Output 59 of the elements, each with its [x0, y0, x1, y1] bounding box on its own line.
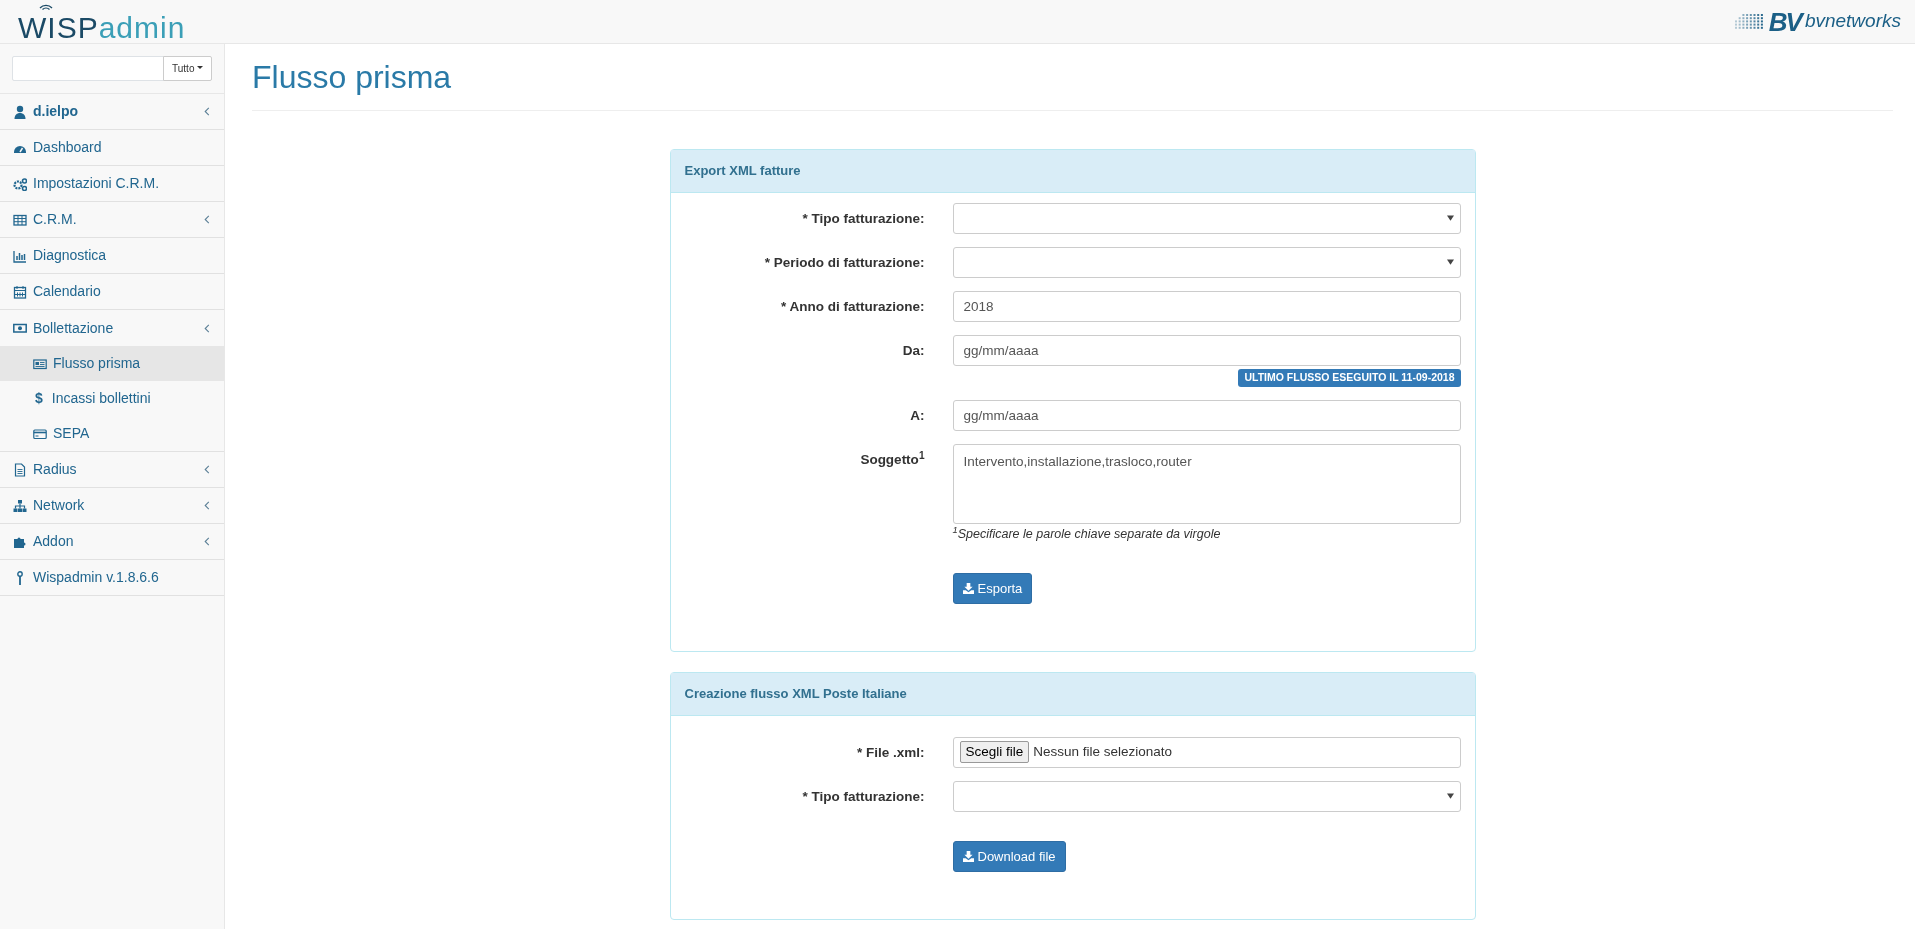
speed-lines-icon: [1734, 13, 1765, 30]
field-label: * Anno di fatturazione:: [780, 297, 925, 316]
user-icon: [13, 104, 27, 119]
select-field[interactable]: [952, 246, 1461, 278]
sidebar-item[interactable]: Network: [0, 488, 224, 524]
page-title: Flusso prisma: [252, 58, 1893, 112]
sidebar-item[interactable]: Addon: [0, 524, 224, 560]
caret-icon: [1446, 793, 1454, 800]
download-button[interactable]: Download file: [952, 840, 1066, 873]
brand-name: bvnetworks: [1804, 9, 1901, 34]
date-field[interactable]: gg/mm/aaaa: [952, 334, 1461, 366]
banknote-icon: [13, 321, 27, 335]
filter-dropdown[interactable]: Tutto: [163, 56, 212, 81]
status-badge: ULTIMO FLUSSO ESEGUITO IL 11-09-2018: [1238, 368, 1461, 387]
bar-chart-icon: [13, 248, 27, 263]
field-label: Soggetto$^{1}$: [859, 448, 925, 469]
sidebar-subitem[interactable]: Flusso prisma: [0, 346, 224, 381]
field-label: * Periodo di fatturazione:: [763, 253, 925, 272]
panel-title: Creazione flusso XML Poste Italiane: [670, 673, 1475, 716]
export-button[interactable]: Esporta: [952, 572, 1033, 605]
table-icon: [13, 212, 27, 227]
document-icon: [13, 462, 27, 477]
download-icon: [962, 582, 974, 594]
date-field[interactable]: gg/mm/aaaa: [952, 399, 1461, 431]
sidebar-item[interactable]: C.R.M.: [0, 202, 224, 238]
file-field[interactable]: Scegli file Nessun file selezionato: [952, 736, 1461, 768]
field-label: * Tipo fatturazione:: [801, 209, 925, 228]
text-area[interactable]: Intervento,installazione,trasloco,router: [952, 443, 1461, 524]
sidebar-item[interactable]: Wispadmin v.1.8.6.6: [0, 560, 224, 596]
sidebar-item[interactable]: Radius: [0, 452, 224, 488]
select-field[interactable]: [952, 780, 1461, 812]
logo: WISPadmin: [18, 12, 186, 43]
help-text: $^{1}$Specificare le parole chiave separate da virgole: [952, 524, 1222, 543]
file-status: Nessun file selezionato: [1033, 743, 1173, 761]
newspaper-icon: [33, 356, 47, 371]
caret-icon: [1446, 215, 1454, 222]
download-icon: [962, 850, 974, 862]
sidebar-item[interactable]: d.ielpo: [0, 94, 224, 130]
field-label: * Tipo fatturazione:: [801, 787, 925, 806]
sidebar-item[interactable]: Diagnostica: [0, 238, 224, 274]
sidebar-item[interactable]: Impostazioni C.R.M.: [0, 166, 224, 202]
sitemap-icon: [13, 498, 27, 513]
gears-icon: [13, 176, 27, 191]
credit-card-icon: [33, 426, 47, 441]
field-label: A:: [909, 406, 925, 425]
sidebar-item[interactable]: Dashboard: [0, 130, 224, 166]
select-field[interactable]: [952, 202, 1461, 234]
field-label: Da:: [901, 341, 925, 360]
sidebar-item[interactable]: Bollettazione: [0, 310, 224, 346]
field-label: * File .xml:: [855, 743, 925, 762]
panel-title: Export XML fatture: [670, 150, 1475, 193]
text-field[interactable]: 2018: [952, 290, 1461, 322]
sidebar-subitem[interactable]: SEPA: [0, 416, 224, 451]
sidebar-subitem[interactable]: $ Incassi bollettini: [0, 381, 224, 416]
search-field[interactable]: [12, 56, 165, 81]
choose-file-button[interactable]: Scegli file: [959, 741, 1030, 764]
sidebar-item[interactable]: Calendario: [0, 274, 224, 310]
caret-icon: [1446, 259, 1454, 266]
calendar-icon: [13, 284, 27, 299]
